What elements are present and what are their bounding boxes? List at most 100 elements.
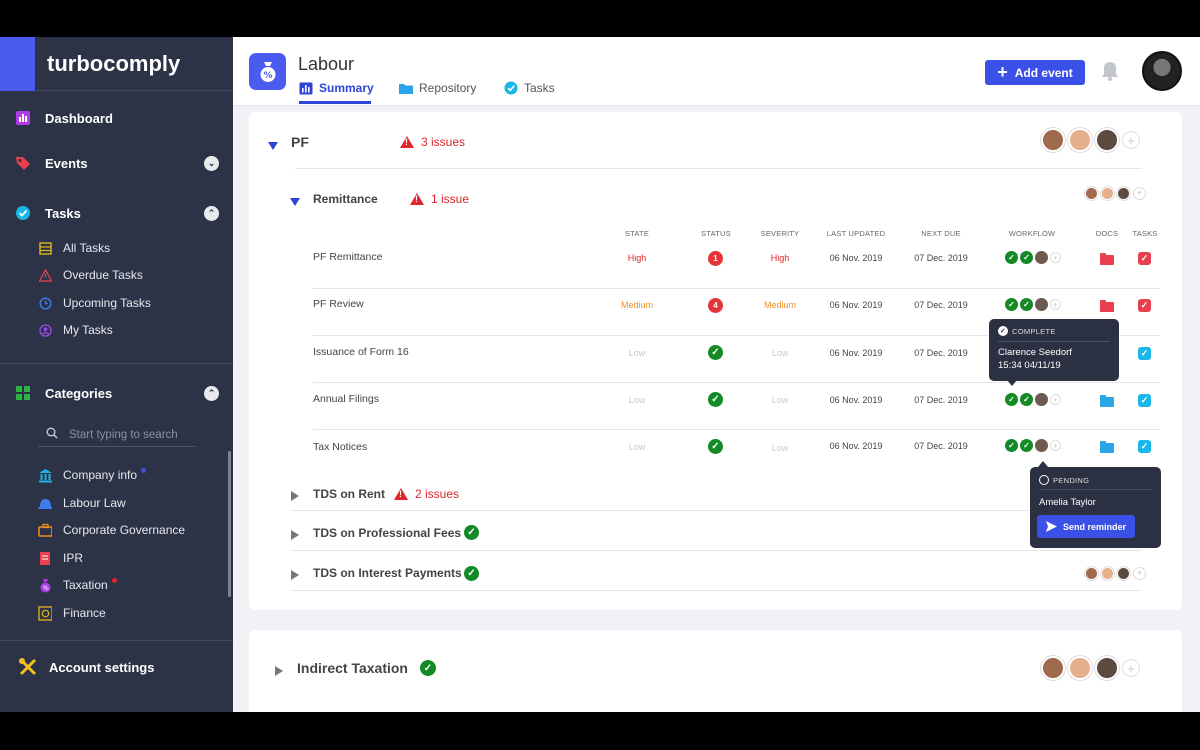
subsection-title[interactable]: Remittance bbox=[313, 192, 378, 206]
folder-icon[interactable] bbox=[1100, 395, 1114, 407]
sidebar-item-taxation[interactable]: % Taxation bbox=[38, 577, 117, 592]
task-check-icon[interactable]: ✓ bbox=[1138, 252, 1151, 265]
add-step-icon[interactable]: + bbox=[1050, 394, 1061, 405]
list-icon bbox=[38, 241, 52, 255]
check-icon: ✓ bbox=[1005, 251, 1018, 264]
check-icon: ✓ bbox=[1020, 393, 1033, 406]
tooltip-name: Clarence Seedorf bbox=[998, 347, 1072, 358]
expand-triangle-icon[interactable] bbox=[291, 527, 299, 545]
sidebar-item-all-tasks[interactable]: All Tasks bbox=[38, 241, 110, 255]
category-search[interactable]: Start typing to search bbox=[38, 423, 196, 447]
column-header-state: STATE bbox=[624, 229, 650, 238]
avatar bbox=[1117, 187, 1130, 200]
collapse-triangle-icon[interactable] bbox=[290, 193, 300, 211]
assignee-avatars[interactable]: + bbox=[1085, 187, 1146, 200]
app-window: turbocomply Dashboard Events ⌄ Tasks ⌃ A… bbox=[0, 37, 1200, 712]
status-ok-icon: ✓ bbox=[708, 392, 723, 407]
expand-triangle-icon[interactable] bbox=[291, 488, 299, 506]
status-ok-icon: ✓ bbox=[420, 660, 436, 676]
send-reminder-button[interactable]: Send reminder bbox=[1037, 515, 1135, 538]
chevron-up-icon[interactable]: ⌃ bbox=[204, 385, 219, 401]
assignee-avatars[interactable]: + bbox=[1085, 567, 1146, 580]
chevron-down-icon[interactable]: ⌄ bbox=[204, 155, 219, 171]
expand-triangle-icon[interactable] bbox=[291, 567, 299, 585]
sidebar-item-upcoming-tasks[interactable]: Upcoming Tasks bbox=[38, 296, 151, 310]
search-input[interactable]: Start typing to search bbox=[69, 429, 178, 441]
task-check-icon[interactable]: ✓ bbox=[1138, 440, 1151, 453]
issues-badge[interactable]: 3 issues bbox=[400, 135, 465, 149]
sidebar-item-label: Upcoming Tasks bbox=[63, 296, 151, 310]
assignee-avatars[interactable]: + bbox=[1041, 656, 1140, 680]
expand-triangle-icon[interactable] bbox=[275, 663, 283, 681]
avatar bbox=[1035, 439, 1048, 452]
issues-badge[interactable]: 1 issue bbox=[410, 192, 469, 206]
sidebar-scrollbar[interactable] bbox=[228, 451, 231, 597]
add-assignee-icon[interactable]: + bbox=[1122, 659, 1140, 677]
tab-repository[interactable]: Repository bbox=[399, 81, 476, 95]
section-title[interactable]: Indirect Taxation bbox=[297, 660, 408, 676]
sidebar-item-corporate-governance[interactable]: Corporate Governance bbox=[38, 523, 185, 537]
sidebar-item-my-tasks[interactable]: My Tasks bbox=[38, 323, 113, 337]
avatar bbox=[1068, 656, 1092, 680]
sidebar-item-finance[interactable]: Finance bbox=[38, 605, 106, 621]
task-check-icon[interactable]: ✓ bbox=[1138, 394, 1151, 407]
notification-dot bbox=[111, 577, 117, 583]
tab-summary[interactable]: Summary bbox=[299, 81, 374, 95]
avatar bbox=[1085, 567, 1098, 580]
issues-badge[interactable]: 2 issues bbox=[394, 487, 459, 501]
user-avatar[interactable] bbox=[1142, 51, 1182, 91]
workflow-tooltip-pending: PENDING Amelia Taylor Send reminder bbox=[1030, 461, 1161, 548]
table-row[interactable]: PF Remittance High 1 High 06 Nov. 2019 0… bbox=[313, 242, 1160, 288]
folder-icon[interactable] bbox=[1100, 441, 1114, 453]
add-event-button[interactable]: + Add event bbox=[985, 60, 1085, 85]
bell-icon[interactable] bbox=[1101, 61, 1119, 86]
sidebar-item-ipr[interactable]: IPR bbox=[38, 551, 83, 565]
folder-icon[interactable] bbox=[1100, 253, 1114, 265]
next-due-value: 07 Dec. 2019 bbox=[914, 253, 968, 263]
nav-account-settings[interactable]: Account settings bbox=[17, 656, 154, 678]
nav-categories[interactable]: Categories ⌃ bbox=[14, 384, 219, 402]
brand-name[interactable]: turbocomply bbox=[47, 51, 180, 77]
subsection-title[interactable]: TDS on Interest Payments bbox=[313, 566, 462, 580]
workflow-steps[interactable]: ✓ ✓ + bbox=[1005, 439, 1061, 452]
nav-tasks-label: Tasks bbox=[45, 205, 81, 221]
sidebar-item-labour-law[interactable]: Labour Law bbox=[38, 496, 126, 510]
subsection-title[interactable]: TDS on Professional Fees bbox=[313, 526, 461, 540]
sidebar-item-overdue-tasks[interactable]: Overdue Tasks bbox=[38, 268, 143, 282]
next-due-value: 07 Dec. 2019 bbox=[914, 348, 968, 358]
tab-tasks[interactable]: Tasks bbox=[504, 81, 555, 95]
add-step-icon[interactable]: + bbox=[1050, 440, 1061, 451]
sidebar-item-label: Corporate Governance bbox=[63, 523, 186, 537]
tab-label: Summary bbox=[319, 81, 374, 95]
nav-events[interactable]: Events ⌄ bbox=[14, 154, 219, 172]
chart-icon bbox=[299, 82, 313, 95]
section-title[interactable]: PF bbox=[291, 134, 309, 150]
task-check-icon[interactable]: ✓ bbox=[1138, 299, 1151, 312]
clock-icon bbox=[1039, 475, 1049, 485]
collapse-triangle-icon[interactable] bbox=[268, 137, 278, 155]
check-icon: ✓ bbox=[1005, 439, 1018, 452]
page-header: % Labour Summary Repository Tasks + Add … bbox=[233, 37, 1200, 106]
folder-icon bbox=[399, 82, 413, 94]
add-assignee-icon[interactable]: + bbox=[1133, 567, 1146, 580]
nav-dashboard[interactable]: Dashboard bbox=[14, 109, 113, 127]
chevron-up-icon[interactable]: ⌃ bbox=[204, 205, 219, 221]
add-assignee-icon[interactable]: + bbox=[1122, 131, 1140, 149]
table-row[interactable]: Annual Filings Low ✓ Low 06 Nov. 2019 07… bbox=[313, 383, 1160, 429]
task-check-icon[interactable]: ✓ bbox=[1138, 347, 1151, 360]
sidebar-item-label: All Tasks bbox=[63, 241, 111, 255]
workflow-steps[interactable]: ✓ ✓ + bbox=[1005, 298, 1061, 311]
assignee-avatars[interactable]: + bbox=[1041, 128, 1140, 152]
sidebar-item-company-info[interactable]: Company info bbox=[38, 467, 147, 482]
folder-icon[interactable] bbox=[1100, 300, 1114, 312]
workflow-steps[interactable]: ✓ ✓ + bbox=[1005, 393, 1061, 406]
workflow-steps[interactable]: ✓ ✓ + bbox=[1005, 251, 1061, 264]
subsection-title[interactable]: TDS on Rent bbox=[313, 487, 385, 501]
warning-icon bbox=[394, 488, 408, 500]
add-assignee-icon[interactable]: + bbox=[1133, 187, 1146, 200]
last-updated-value: 06 Nov. 2019 bbox=[829, 348, 883, 358]
add-step-icon[interactable]: + bbox=[1050, 299, 1061, 310]
add-step-icon[interactable]: + bbox=[1050, 252, 1061, 263]
column-header-severity: SEVERITY bbox=[760, 229, 800, 238]
nav-tasks[interactable]: Tasks ⌃ bbox=[14, 204, 219, 222]
